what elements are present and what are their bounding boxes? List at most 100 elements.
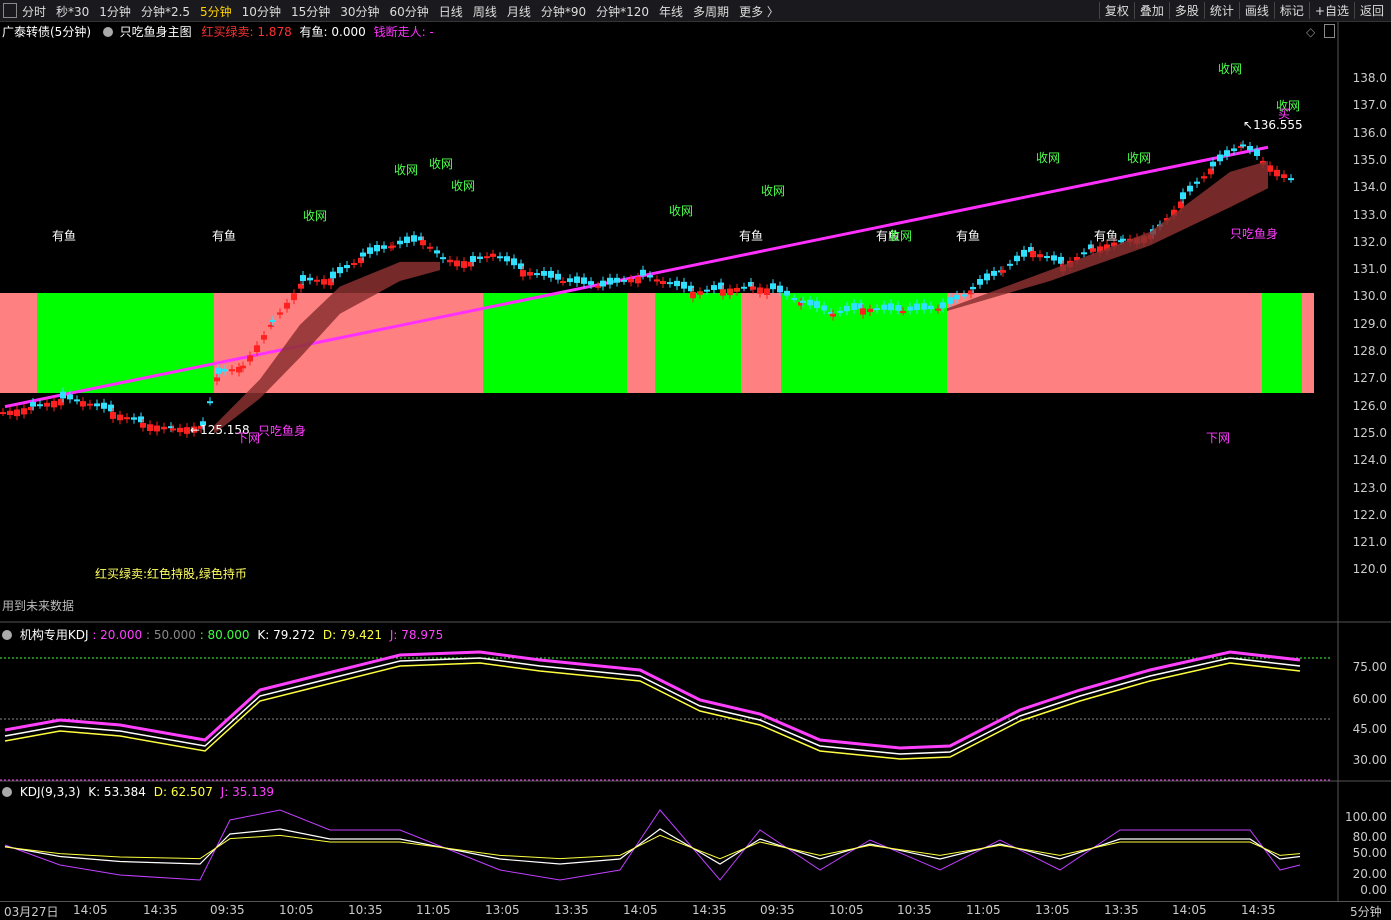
candle-body xyxy=(1030,250,1036,258)
zone-band xyxy=(483,293,627,393)
candle-body xyxy=(240,365,246,369)
high-price-label: ↖136.555 xyxy=(1243,118,1303,132)
indicator-dropdown-icon[interactable] xyxy=(2,787,12,797)
candle-body xyxy=(490,253,496,257)
kdj2-k: K: 53.384 xyxy=(88,785,146,799)
candle-body xyxy=(914,303,920,311)
candle-body xyxy=(821,305,827,311)
candle-body xyxy=(21,408,27,415)
candle-body xyxy=(720,289,726,296)
candle-body xyxy=(307,277,313,281)
candle-body xyxy=(1288,178,1294,181)
zone-band xyxy=(655,293,741,393)
candle-body xyxy=(1000,270,1006,273)
candle-body xyxy=(170,428,176,431)
shouwang-label: 收网 xyxy=(1127,151,1152,165)
candle-body xyxy=(704,289,710,292)
candle-body xyxy=(635,276,641,284)
candle-body xyxy=(124,417,130,420)
candle-body xyxy=(574,276,580,283)
candle-body xyxy=(1051,255,1057,261)
candle-body xyxy=(874,308,880,311)
candle-body xyxy=(1120,238,1126,241)
kdj1-name[interactable]: 机构专用KDJ xyxy=(20,628,89,642)
time-tick: 13:35 xyxy=(1104,903,1139,917)
time-tick: 13:35 xyxy=(554,903,589,917)
period-label[interactable]: 5分钟 xyxy=(1350,903,1382,920)
candle-body xyxy=(397,240,403,245)
candle-body xyxy=(277,312,283,315)
candle-body xyxy=(291,293,297,301)
time-tick: 14:35 xyxy=(143,903,178,917)
candle-body xyxy=(947,297,953,304)
shouwang-label: 收网 xyxy=(394,163,419,177)
youyu-label: 有鱼 xyxy=(739,229,764,243)
candle-body xyxy=(1187,185,1193,192)
candle-body xyxy=(1090,248,1096,252)
candle-body xyxy=(117,414,123,421)
price-tick: 130.0 xyxy=(1352,289,1387,304)
time-tick: 11:05 xyxy=(416,903,451,917)
candle-body xyxy=(44,402,50,407)
candle-body xyxy=(807,299,813,306)
time-tick: 13:05 xyxy=(1035,903,1070,917)
candle-body xyxy=(30,402,36,407)
candle-body xyxy=(851,303,857,310)
candle-body xyxy=(1274,169,1280,177)
candle-body xyxy=(360,252,366,257)
candle-body xyxy=(1281,174,1287,178)
candle-body xyxy=(411,235,417,242)
candle-body xyxy=(454,260,460,267)
shouwang-label: 收网 xyxy=(669,204,694,218)
chart-canvas[interactable] xyxy=(0,0,1391,917)
fish-body-label: 只吃鱼身 xyxy=(258,424,307,438)
future-data-note: 用到未来数据 xyxy=(2,599,75,613)
candle-body xyxy=(1044,256,1050,259)
kdj2-name[interactable]: KDJ(9,3,3) xyxy=(20,785,81,799)
candle-body xyxy=(511,258,517,266)
indicator-dropdown-icon[interactable] xyxy=(2,630,12,640)
candle-body xyxy=(770,283,776,290)
candle-body xyxy=(330,271,336,279)
candle-body xyxy=(67,394,73,400)
candle-body xyxy=(147,424,153,432)
candle-body xyxy=(374,244,380,252)
price-tick: 129.0 xyxy=(1352,316,1387,331)
candle-body xyxy=(390,245,396,248)
price-tick: 128.0 xyxy=(1352,344,1387,358)
kdj2-d-line xyxy=(4,834,1301,860)
kdj1-v1: : 20.000 xyxy=(92,628,143,642)
shouwang-label: 收网 xyxy=(451,179,476,193)
candle-body xyxy=(161,426,167,430)
candle-body xyxy=(1021,249,1027,257)
candle-body xyxy=(697,291,703,295)
candle-body xyxy=(534,273,540,276)
candle-body xyxy=(1037,254,1043,258)
candle-body xyxy=(1247,145,1253,151)
candle-body xyxy=(541,271,547,276)
price-tick: 132.0 xyxy=(1352,234,1387,249)
shouwang-label: 收网 xyxy=(303,209,328,223)
price-tick: 137.0 xyxy=(1352,98,1387,113)
candle-body xyxy=(560,281,566,284)
candle-body xyxy=(614,277,620,283)
candle-body xyxy=(261,335,267,340)
price-tick: 135.0 xyxy=(1352,152,1387,167)
candle-body xyxy=(1081,252,1087,255)
shouwang-label: 收网 xyxy=(1036,151,1061,165)
candle-body xyxy=(970,286,976,290)
candle-body xyxy=(621,279,627,282)
candle-body xyxy=(814,301,820,308)
kdj1-tick: 75.00 xyxy=(1352,660,1387,674)
candle-body xyxy=(207,401,213,404)
candle-body xyxy=(895,305,901,311)
kdj1-tick: 45.00 xyxy=(1352,722,1387,736)
candle-body xyxy=(461,261,467,268)
candle-body xyxy=(977,278,983,285)
kdj1-d: D: 79.421 xyxy=(322,628,383,642)
candle-body xyxy=(381,245,387,249)
price-tick: 125.0 xyxy=(1352,425,1387,440)
candle-body xyxy=(935,308,941,311)
youyu-label: 有鱼 xyxy=(52,229,77,243)
candle-body xyxy=(1194,181,1200,184)
